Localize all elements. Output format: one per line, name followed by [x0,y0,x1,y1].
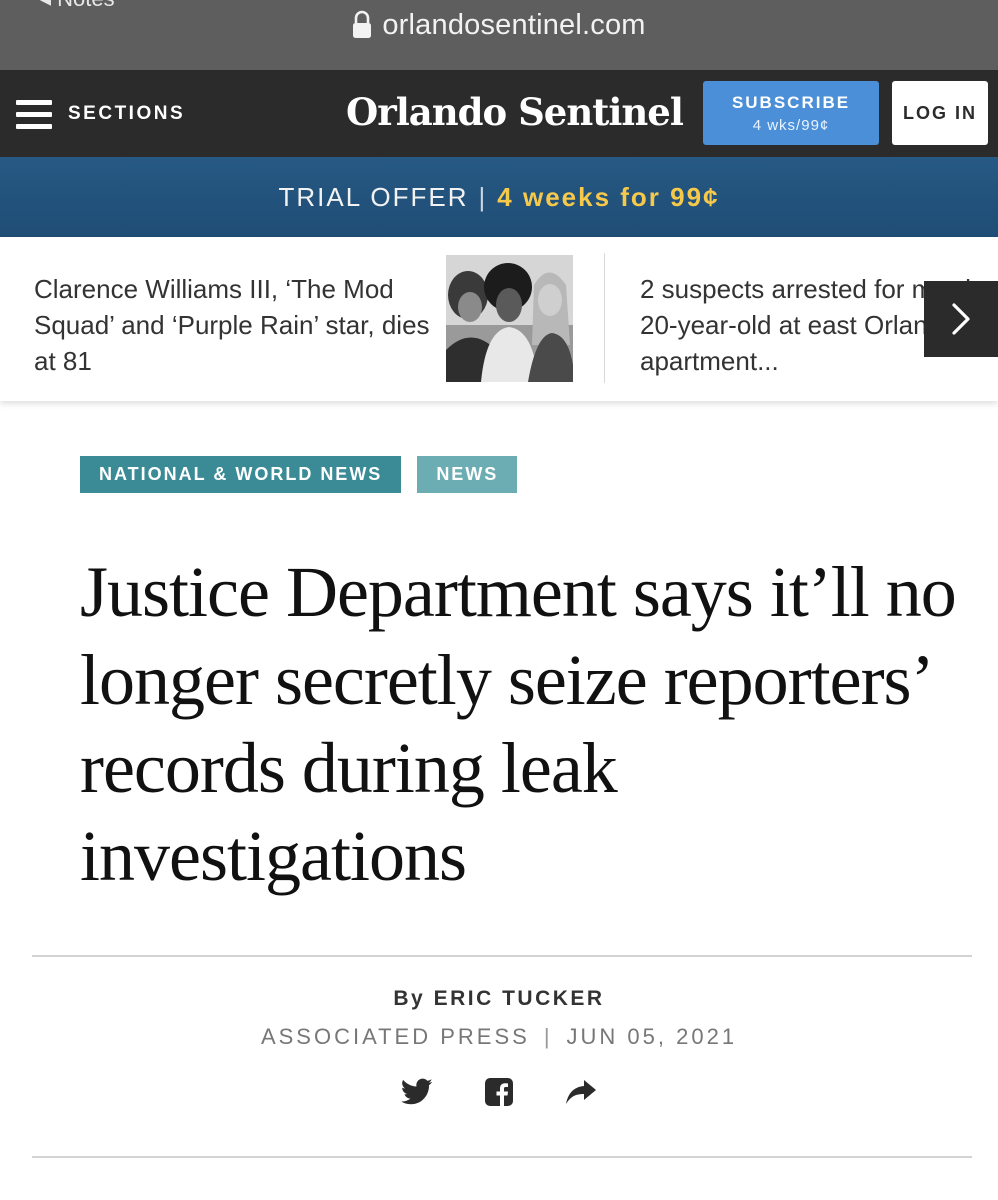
article-tags: NATIONAL & WORLD NEWS NEWS [80,456,518,493]
twitter-share-button[interactable] [399,1074,435,1110]
hamburger-icon [16,98,52,130]
article-headline: Justice Department says it’ll no longer … [80,552,957,896]
chevron-right-icon [952,303,970,335]
article-source: ASSOCIATED PRESS [260,1024,530,1049]
share-arrow-icon [566,1080,596,1104]
sections-label: SECTIONS [68,103,186,124]
share-bar [0,1074,998,1110]
article-meta: ASSOCIATED PRESS | JUN 05, 2021 [0,1024,998,1050]
trial-offer-price: 4 weeks for 99¢ [497,181,720,212]
trial-offer-banner[interactable]: TRIAL OFFER | 4 weeks for 99¢ [0,157,998,237]
url-text: orlandosentinel.com [382,8,646,41]
carousel-story-title[interactable]: Clarence Williams III, ‘The Mod Squad’ a… [34,271,434,379]
carousel-story-thumbnail[interactable] [446,255,573,382]
trial-offer-label: TRIAL OFFER [278,181,469,212]
twitter-icon [401,1078,433,1105]
browser-url-bar: ◂ Notes orlandosentinel.com [0,0,998,70]
meta-separator: | [543,1024,553,1049]
divider-rule [32,1156,972,1158]
share-button[interactable] [563,1074,599,1110]
article-date: JUN 05, 2021 [566,1024,738,1049]
author-link[interactable]: ERIC TUCKER [434,987,605,1010]
site-header: SECTIONS Orlando Sentinel SUBSCRIBE 4 wk… [0,70,998,157]
lock-icon [352,10,372,40]
subscribe-button[interactable]: SUBSCRIBE 4 wks/99¢ [703,81,879,145]
subscribe-label: SUBSCRIBE [731,93,851,112]
address-field[interactable]: orlandosentinel.com [0,8,998,42]
carousel-next-button[interactable] [924,281,998,357]
login-button[interactable]: LOG IN [892,81,988,145]
facebook-icon [485,1078,513,1106]
site-logo[interactable]: Orlando Sentinel [346,90,684,134]
byline-prefix: By [393,987,426,1010]
tag-news[interactable]: NEWS [417,456,518,493]
sections-menu-button[interactable]: SECTIONS [16,92,185,136]
divider-rule [32,955,972,957]
tag-national-world-news[interactable]: NATIONAL & WORLD NEWS [80,456,402,493]
carousel-divider [604,253,605,383]
subscribe-price: 4 wks/99¢ [752,117,830,134]
trial-separator: | [478,181,488,212]
related-stories-carousel: Clarence Williams III, ‘The Mod Squad’ a… [0,237,998,401]
facebook-share-button[interactable] [481,1074,517,1110]
article-byline: By ERIC TUCKER [0,987,998,1011]
